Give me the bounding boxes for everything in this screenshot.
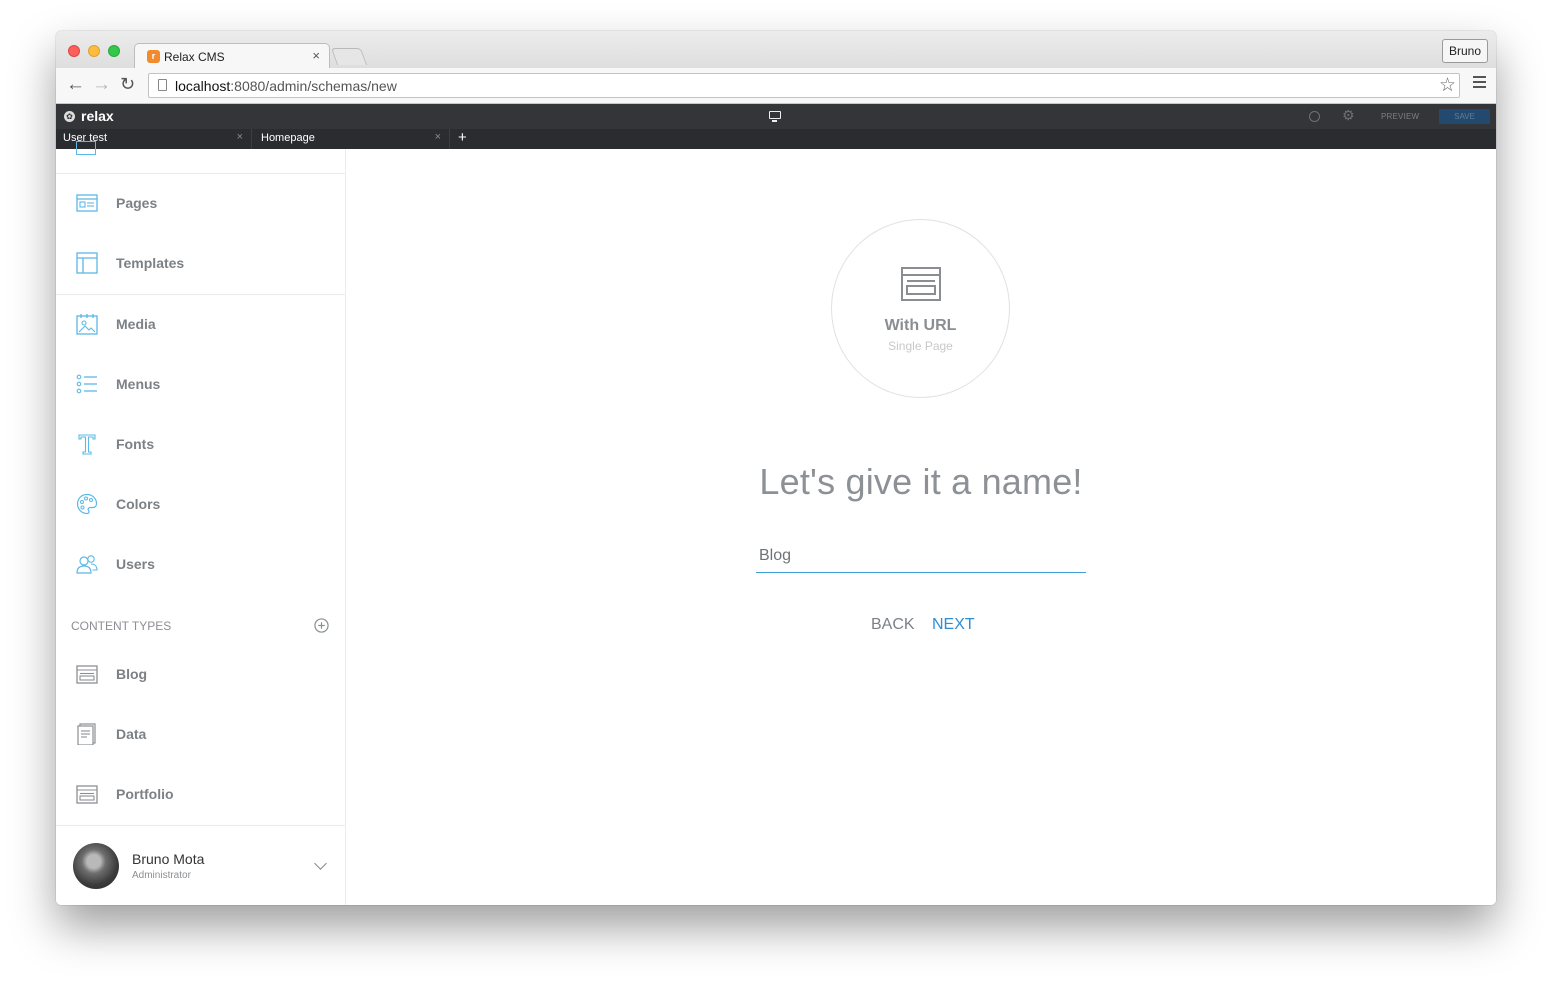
sidebar-item-partial[interactable]	[56, 141, 345, 174]
content-type-item-data[interactable]: Data	[56, 705, 345, 765]
maximize-window-button[interactable]	[108, 45, 120, 57]
main-content: With URL Single Page Let's give it a nam…	[346, 149, 1496, 905]
browser-tab-title: Relax CMS	[164, 50, 225, 64]
browser-menu-icon[interactable]	[1473, 76, 1486, 91]
schema-name-input[interactable]	[756, 539, 1086, 573]
new-tab-button[interactable]	[330, 48, 368, 65]
close-tab-icon[interactable]: ×	[312, 48, 320, 63]
sidebar-item-label: Pages	[116, 195, 158, 211]
portfolio-icon	[76, 785, 98, 804]
colors-icon	[76, 493, 98, 515]
sidebar-item-label: Users	[116, 556, 155, 572]
single-page-icon	[901, 267, 941, 301]
avatar	[73, 843, 119, 889]
forward-arrow-icon[interactable]: →	[92, 74, 111, 96]
bookmark-star-icon[interactable]: ☆	[1439, 74, 1456, 97]
data-icon	[77, 723, 96, 745]
sidebar-item-label: Fonts	[116, 436, 155, 452]
page-icon	[158, 79, 167, 91]
browser-navbar: ← → ↻ localhost:8080/admin/schemas/new ☆	[56, 68, 1496, 104]
user-name: Bruno Mota	[132, 851, 205, 867]
menus-icon	[76, 374, 97, 394]
browser-tab[interactable]: r Relax CMS ×	[134, 43, 330, 69]
clock-icon[interactable]	[1309, 111, 1320, 122]
schema-type-title: With URL	[884, 317, 957, 334]
sidebar-item-label: Media	[116, 316, 156, 332]
preview-button[interactable]: PREVIEW	[1381, 112, 1419, 121]
back-button[interactable]: BACK	[871, 616, 915, 634]
content-type-label: Portfolio	[116, 786, 174, 802]
back-arrow-icon[interactable]: ←	[66, 74, 85, 96]
sidebar-item-fonts[interactable]: Fonts	[56, 415, 345, 475]
content-types-heading: CONTENT TYPES	[71, 619, 172, 633]
add-tab-button[interactable]: +	[458, 129, 467, 146]
sidebar-item-menus[interactable]: Menus	[56, 355, 345, 415]
chevron-down-icon[interactable]	[314, 857, 327, 870]
sidebar-item-media[interactable]: Media	[56, 295, 345, 355]
page-title: Let's give it a name!	[759, 461, 1083, 502]
favicon-icon: r	[147, 50, 160, 63]
close-icon[interactable]: ×	[237, 131, 243, 143]
gear-icon[interactable]: ⚙	[1342, 107, 1355, 124]
content-type-item-portfolio[interactable]: Portfolio	[56, 765, 345, 825]
content-type-label: Data	[116, 726, 147, 742]
content-type-item-blog[interactable]: Blog	[56, 645, 345, 705]
sidebar-item-users[interactable]: Users	[56, 535, 345, 595]
reload-icon[interactable]: ↻	[120, 74, 135, 95]
content-type-label: Blog	[116, 666, 148, 682]
address-bar[interactable]: localhost:8080/admin/schemas/new ☆	[148, 73, 1460, 98]
relax-logo-icon: ✿	[64, 111, 75, 122]
page-tabs-bar: User test × Homepage × +	[56, 129, 1496, 149]
browser-window: r Relax CMS × Bruno ← → ↻ localhost:8080…	[56, 31, 1496, 905]
browser-titlebar: r Relax CMS × Bruno	[56, 31, 1496, 69]
pages-icon	[76, 194, 98, 212]
page-tab-label: Homepage	[261, 132, 315, 144]
users-icon	[76, 555, 98, 574]
close-window-button[interactable]	[68, 45, 80, 57]
templates-icon	[76, 252, 98, 274]
minimize-window-button[interactable]	[88, 45, 100, 57]
schema-type-card[interactable]: With URL Single Page	[831, 219, 1010, 398]
user-menu[interactable]: Bruno Mota Administrator	[56, 825, 345, 905]
save-button[interactable]: SAVE	[1439, 109, 1490, 124]
close-icon[interactable]: ×	[435, 131, 441, 143]
sidebar-item-colors[interactable]: Colors	[56, 475, 345, 535]
url-text: localhost:8080/admin/schemas/new	[175, 78, 397, 94]
next-button[interactable]: NEXT	[932, 616, 975, 634]
sidebar-item-label: Menus	[116, 376, 161, 392]
media-icon	[76, 314, 98, 335]
app-toolbar: ✿ relax ⚙ PREVIEW SAVE	[56, 104, 1496, 129]
app-logo[interactable]: relax	[81, 108, 114, 124]
sidebar-item-label: Templates	[116, 255, 185, 271]
add-content-type-icon[interactable]	[314, 618, 329, 633]
blog-icon	[76, 665, 98, 684]
fonts-icon	[78, 434, 96, 455]
schema-type-subtitle: Single Page	[888, 339, 953, 353]
sidebar: Pages Templates Media Menus Fonts Colors…	[56, 141, 346, 905]
user-role: Administrator	[132, 870, 191, 881]
sidebar-item-label: Colors	[116, 496, 161, 512]
page-tab[interactable]: Homepage ×	[254, 129, 450, 149]
monitor-icon[interactable]	[769, 111, 781, 122]
profile-button[interactable]: Bruno	[1441, 39, 1488, 63]
sidebar-item-templates[interactable]: Templates	[56, 234, 345, 294]
sidebar-item-pages[interactable]: Pages	[56, 174, 345, 234]
